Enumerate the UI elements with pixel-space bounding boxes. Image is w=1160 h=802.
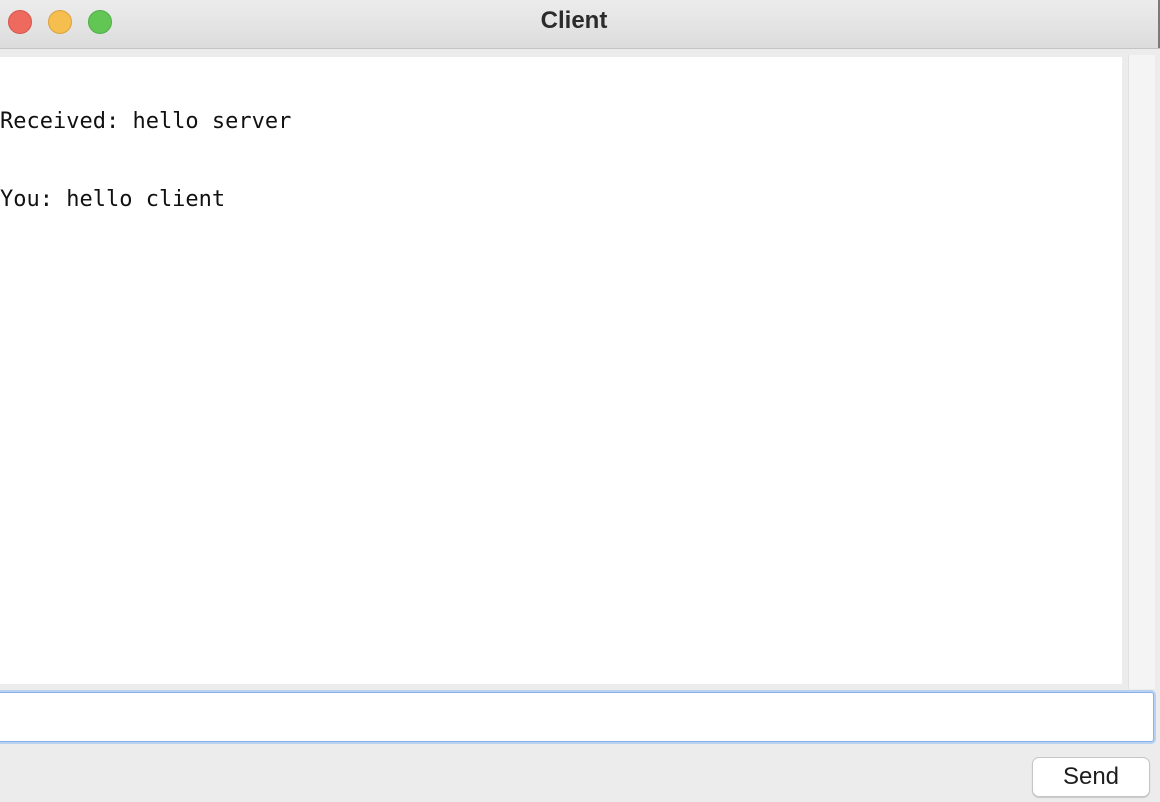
message-log[interactable]: Received: hello server You: hello client [0, 57, 1122, 684]
message-input[interactable] [0, 692, 1154, 742]
message-log-scrollbar[interactable] [1128, 55, 1155, 689]
close-window-button[interactable] [8, 10, 32, 34]
send-button[interactable]: Send [1032, 757, 1150, 797]
minimize-window-button[interactable] [48, 10, 72, 34]
zoom-window-button[interactable] [88, 10, 112, 34]
log-line: You: hello client [0, 187, 226, 212]
window-title: Client [540, 7, 608, 34]
client-window: Client Received: hello server You: hello… [0, 0, 1160, 802]
title-bar[interactable]: Client [0, 0, 1160, 49]
log-line: Received: hello server [0, 109, 292, 134]
